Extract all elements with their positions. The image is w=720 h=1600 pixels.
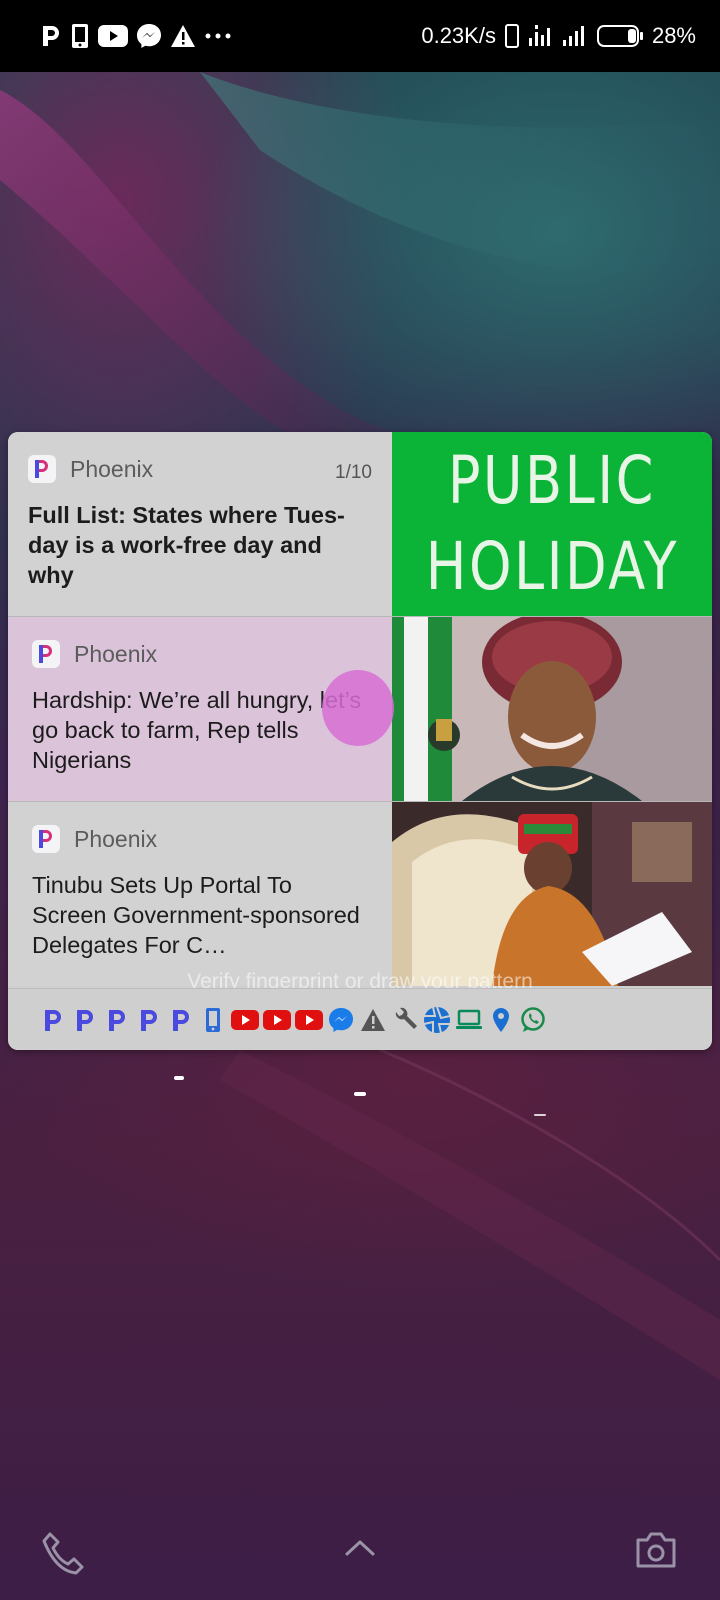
phoenix-icon	[70, 1005, 99, 1034]
cell-signal-icon	[562, 25, 588, 47]
more-dots-icon	[204, 32, 232, 40]
notification-app-name: Phoenix	[74, 825, 158, 852]
youtube-icon	[262, 1005, 291, 1034]
phoenix-logo-icon	[32, 640, 60, 668]
location-pin-icon	[486, 1005, 515, 1034]
pattern-dot	[174, 1076, 184, 1080]
battery-percent: 28%	[651, 23, 696, 48]
notification-stack[interactable]: Phoenix 1/10 Full List: States where Tue…	[8, 432, 712, 1050]
phoenix-p-icon	[40, 24, 62, 48]
vibrate-icon	[504, 24, 520, 48]
phoenix-icon	[134, 1005, 163, 1034]
phoenix-logo-icon	[32, 825, 60, 853]
holiday-banner-line: HOLIDAY	[425, 528, 679, 605]
holiday-banner-line: PUBLIC	[447, 442, 657, 519]
youtube-icon	[98, 25, 128, 47]
phoenix-icon	[166, 1005, 195, 1034]
battery-icon	[596, 24, 644, 48]
woman-portrait-image	[392, 617, 712, 801]
touch-indicator	[322, 670, 394, 746]
notification-headline: Full List: States where Tues-day is a wo…	[28, 502, 345, 588]
notification-text: Phoenix 1/10 Full List: States where Tue…	[8, 432, 392, 616]
status-bar-right: 0.23K/s 28%	[421, 23, 696, 49]
network-speed: 0.23K/s	[421, 23, 496, 48]
youtube-icon	[230, 1005, 259, 1034]
warning-icon	[170, 24, 196, 48]
messenger-icon	[326, 1005, 355, 1034]
wrench-icon	[390, 1005, 419, 1034]
notification-app-name: Phoenix	[74, 640, 158, 667]
notification-app-row: Phoenix	[32, 637, 372, 671]
notification-app-name: Phoenix	[70, 455, 154, 482]
notification-item[interactable]: Phoenix Tinubu Sets Up Portal To Screen …	[8, 802, 712, 986]
notification-item[interactable]: Phoenix 1/10 Full List: States where Tue…	[8, 432, 712, 616]
notification-headline: Hardship: We’re all hungry, let’s go bac…	[32, 687, 362, 773]
chevron-up-icon[interactable]	[344, 1538, 376, 1563]
pattern-dot	[534, 1114, 546, 1116]
messenger-icon	[136, 23, 162, 49]
notification-counter: 1/10	[335, 462, 372, 483]
notification-app-row: Phoenix	[32, 822, 372, 856]
laptop-icon	[454, 1005, 483, 1034]
pattern-dot	[354, 1092, 366, 1096]
public-holiday-image: PUBLIC HOLIDAY	[392, 432, 712, 616]
phoenix-icon	[102, 1005, 131, 1034]
phone-device-icon	[70, 23, 90, 49]
phoenix-icon	[38, 1005, 67, 1034]
camera-icon[interactable]	[634, 1530, 678, 1575]
notification-text: Phoenix Tinubu Sets Up Portal To Screen …	[8, 802, 392, 986]
notification-app-row: Phoenix	[28, 452, 372, 486]
notification-headline: Tinubu Sets Up Portal To Screen Governme…	[32, 872, 360, 958]
phoenix-logo-icon	[28, 455, 56, 483]
status-bar: 0.23K/s 28%	[0, 0, 720, 72]
status-bar-left	[40, 23, 232, 49]
notification-icon-tray[interactable]	[8, 988, 712, 1050]
warning-icon	[358, 1005, 387, 1034]
aperture-icon	[422, 1005, 451, 1034]
whatsapp-icon	[518, 1005, 547, 1034]
youtube-icon	[294, 1005, 323, 1034]
phone-device-icon	[198, 1005, 227, 1034]
data-signal-icon	[528, 24, 554, 48]
man-reading-image	[392, 802, 712, 986]
phone-icon[interactable]	[40, 1530, 86, 1581]
